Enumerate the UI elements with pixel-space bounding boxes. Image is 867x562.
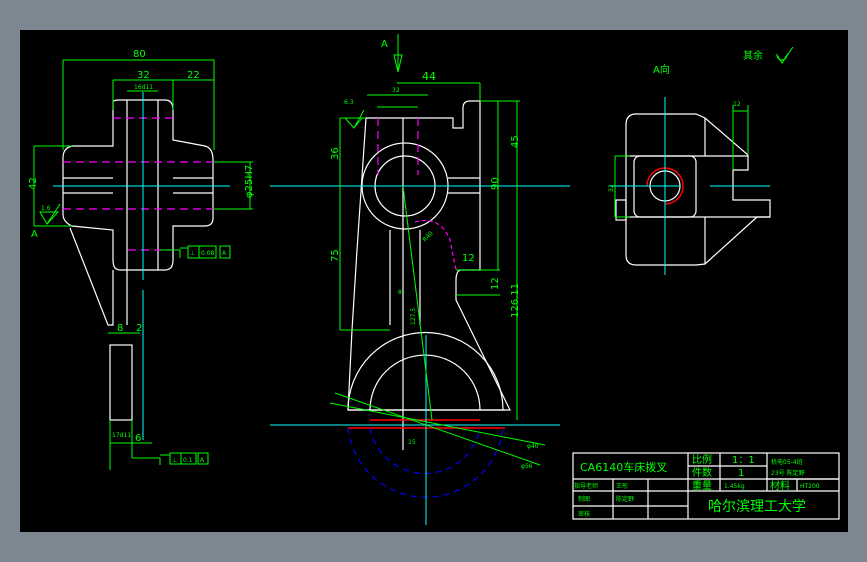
dim-42: 42	[28, 177, 39, 190]
dim-32: 32	[608, 184, 615, 192]
dim-8: 8	[398, 289, 402, 296]
dim-phi40: φ40	[527, 443, 539, 450]
view-arrow-label: A	[381, 39, 388, 50]
dim-32: 32	[137, 70, 150, 81]
dim-15: 15	[408, 439, 416, 446]
dim-r40: R40	[421, 230, 434, 243]
drawing-canvas[interactable]: 80 32 22 16d11 42 φ25H7 1.6 A 8 2 6 17d1…	[20, 30, 848, 532]
dim-22: 22	[187, 70, 200, 81]
svg-text:⊥: ⊥	[172, 457, 177, 464]
tolerance-value-2: 0.1	[183, 457, 193, 464]
rest-roughness-note: 其余	[743, 49, 763, 62]
dim-12a: 12	[462, 253, 475, 264]
dim-phi25h7: φ25H7	[244, 165, 255, 198]
dim-12: 12	[733, 101, 741, 108]
dim-36: 36	[330, 147, 341, 160]
dim-75: 75	[330, 249, 341, 262]
dim-phi56: φ56	[521, 463, 533, 470]
dim-8: 8	[117, 323, 123, 334]
view-label-a: A向	[653, 63, 670, 76]
svg-text:⊥: ⊥	[190, 250, 195, 257]
dim-32: 32	[392, 87, 400, 94]
dim-17d11: 17d11	[112, 432, 131, 439]
roughness-6-3: 6.3	[344, 99, 354, 106]
left-view: 80 32 22 16d11 42 φ25H7 1.6 A 8 2 6 17d1…	[28, 49, 255, 470]
dim-12b: 12	[490, 277, 501, 290]
dim-44: 44	[422, 70, 436, 83]
svg-text:A: A	[200, 457, 205, 464]
datum-a: A	[31, 229, 38, 240]
dim-80: 80	[133, 49, 146, 60]
dim-90: 90	[490, 177, 501, 190]
dim-45: 45	[510, 135, 521, 148]
cad-drawing: 80 32 22 16d11 42 φ25H7 1.6 A 8 2 6 17d1…	[28, 34, 794, 525]
dim-127-5: 127.5	[410, 308, 417, 325]
right-view: A向 其余 12 32	[608, 46, 794, 275]
dim-6: 6	[135, 433, 141, 444]
tolerance-value-1: 0.08	[201, 250, 215, 257]
svg-text:A: A	[222, 250, 227, 257]
dim-126-11: 126.11	[510, 283, 521, 318]
roughness-1-6: 1.6	[41, 205, 51, 212]
dim-16d11: 16d11	[134, 84, 153, 91]
front-view: A 44 32 6.3 36 75 45 90 12 12 126.11 R40…	[270, 34, 570, 525]
dim-2: 2	[136, 323, 142, 334]
